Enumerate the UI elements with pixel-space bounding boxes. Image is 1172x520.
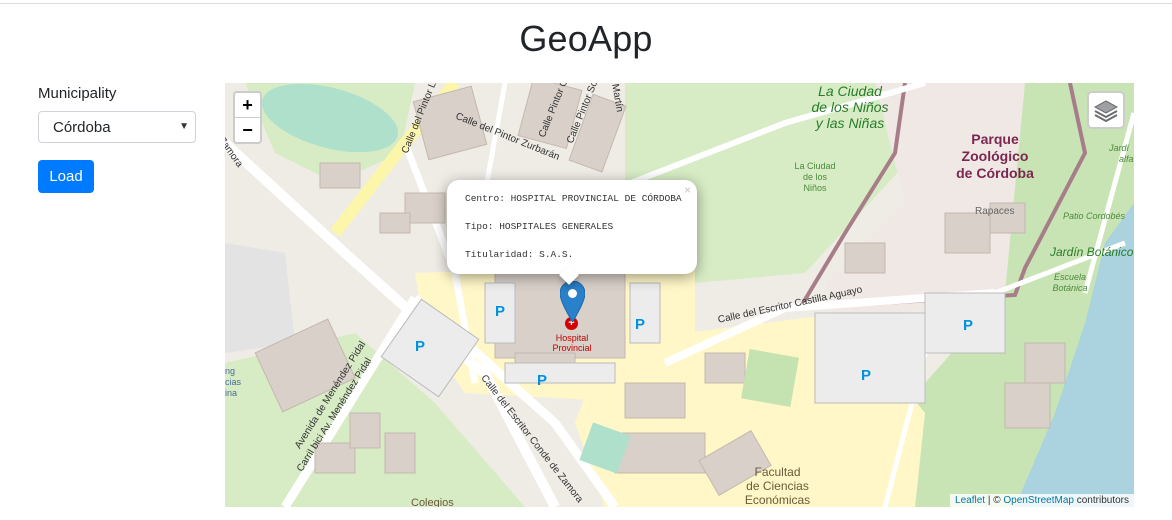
map-label-parque-3: de Córdoba — [956, 165, 1034, 181]
map-label-colegios: Colegios — [411, 497, 454, 507]
info-popup: × Centro: HOSPITAL PROVINCIAL DE CÓRDOBA… — [447, 180, 697, 285]
map-label-escuela-2: Botánica — [1052, 283, 1088, 293]
map-attribution: Leaflet | © OpenStreetMap contributors — [950, 494, 1134, 507]
map-label-ciencias-1: ng — [225, 366, 236, 376]
popup-close-icon[interactable]: × — [684, 183, 691, 197]
municipality-select[interactable]: Córdoba ▼ — [38, 111, 196, 143]
parking-icon: P — [415, 338, 426, 355]
popup-centro: Centro: HOSPITAL PROVINCIAL DE CÓRDOBA — [465, 193, 682, 204]
map-label-jardin-small: Jardí — [1109, 143, 1130, 153]
parking-icon: P — [963, 317, 974, 334]
map-label-hospital-1: Hospital — [555, 333, 589, 343]
layers-button[interactable] — [1087, 91, 1125, 129]
zoom-in-button[interactable]: + — [235, 93, 260, 118]
parking-icon: P — [635, 316, 646, 333]
map-label-ciudad-small: La Ciudad de los Niños — [785, 161, 845, 194]
map-label-facultad: Facultad de Ciencias Económicas — [725, 465, 830, 507]
map-label-ciudad-2: de los Niños — [811, 99, 889, 115]
map-label-facultad-2: de Ciencias — [746, 479, 809, 493]
map-label-facultad-1: Facultad — [754, 465, 801, 479]
municipality-value: Córdoba — [53, 119, 111, 136]
leaflet-link[interactable]: Leaflet — [955, 495, 985, 506]
attribution-contrib: contributors — [1073, 495, 1129, 506]
layers-icon — [1093, 100, 1119, 123]
zoom-control: + − — [233, 91, 262, 144]
map-label-ciudad-1: La Ciudad — [818, 83, 882, 99]
map-label-jardin: Jardín Botánico — [1050, 245, 1134, 259]
map-label-ciudad-small-2: de los — [802, 172, 828, 182]
map-label-ciudad: La Ciudad de los Niños y las Niñas — [795, 83, 905, 131]
parking-icon: P — [861, 367, 872, 384]
popup-tipo: Tipo: HOSPITALES GENERALES — [465, 221, 614, 232]
map-label-ciudad-small-3: Niños — [803, 183, 827, 193]
map-label-escuela-1: Escuela — [1053, 272, 1087, 282]
map-label-escuela: Escuela Botánica — [1040, 272, 1100, 294]
map-label-ciencias-2: cias — [225, 377, 242, 387]
map-label-parque-1: Parque — [971, 131, 1019, 147]
map-label-patio: Patio Cordobés — [1063, 211, 1126, 221]
map-label-ciencias-3: ina — [225, 388, 238, 398]
map-label-facultad-3: Económicas — [744, 493, 811, 507]
parking-icon: P — [537, 372, 548, 389]
zoom-out-button[interactable]: − — [235, 118, 260, 142]
municipality-label: Municipality — [38, 85, 117, 102]
osm-link[interactable]: OpenStreetMap — [1003, 495, 1074, 506]
map-label-hospital-2: Provincial — [552, 343, 592, 353]
chevron-down-icon: ▼ — [179, 121, 189, 132]
map-label-alfa: alfa — [1119, 154, 1134, 164]
map-view[interactable]: Parque Zoológico de Córdoba La Ciudad de… — [225, 83, 1134, 507]
map-label-parque: Parque Zoológico de Córdoba — [935, 131, 1055, 182]
map-label-ciudad-3: y las Niñas — [815, 115, 885, 131]
map-label-ciudad-small-1: La Ciudad — [794, 161, 836, 171]
map-pin-icon[interactable] — [560, 281, 585, 322]
map-label-hospital: Hospital Provincial — [543, 333, 601, 353]
page-title: GeoApp — [519, 18, 653, 59]
map-label-ciencias: ng cias ina — [225, 366, 241, 399]
map-label-rapaces: Rapaces — [975, 206, 1015, 217]
parking-icon: P — [495, 303, 506, 320]
map-label-parque-2: Zoológico — [961, 148, 1029, 164]
load-button[interactable]: Load — [38, 160, 94, 193]
attribution-sep: | © — [985, 495, 1004, 506]
top-border — [0, 3, 1172, 4]
popup-titularidad: Titularidad: S.A.S. — [465, 249, 574, 260]
